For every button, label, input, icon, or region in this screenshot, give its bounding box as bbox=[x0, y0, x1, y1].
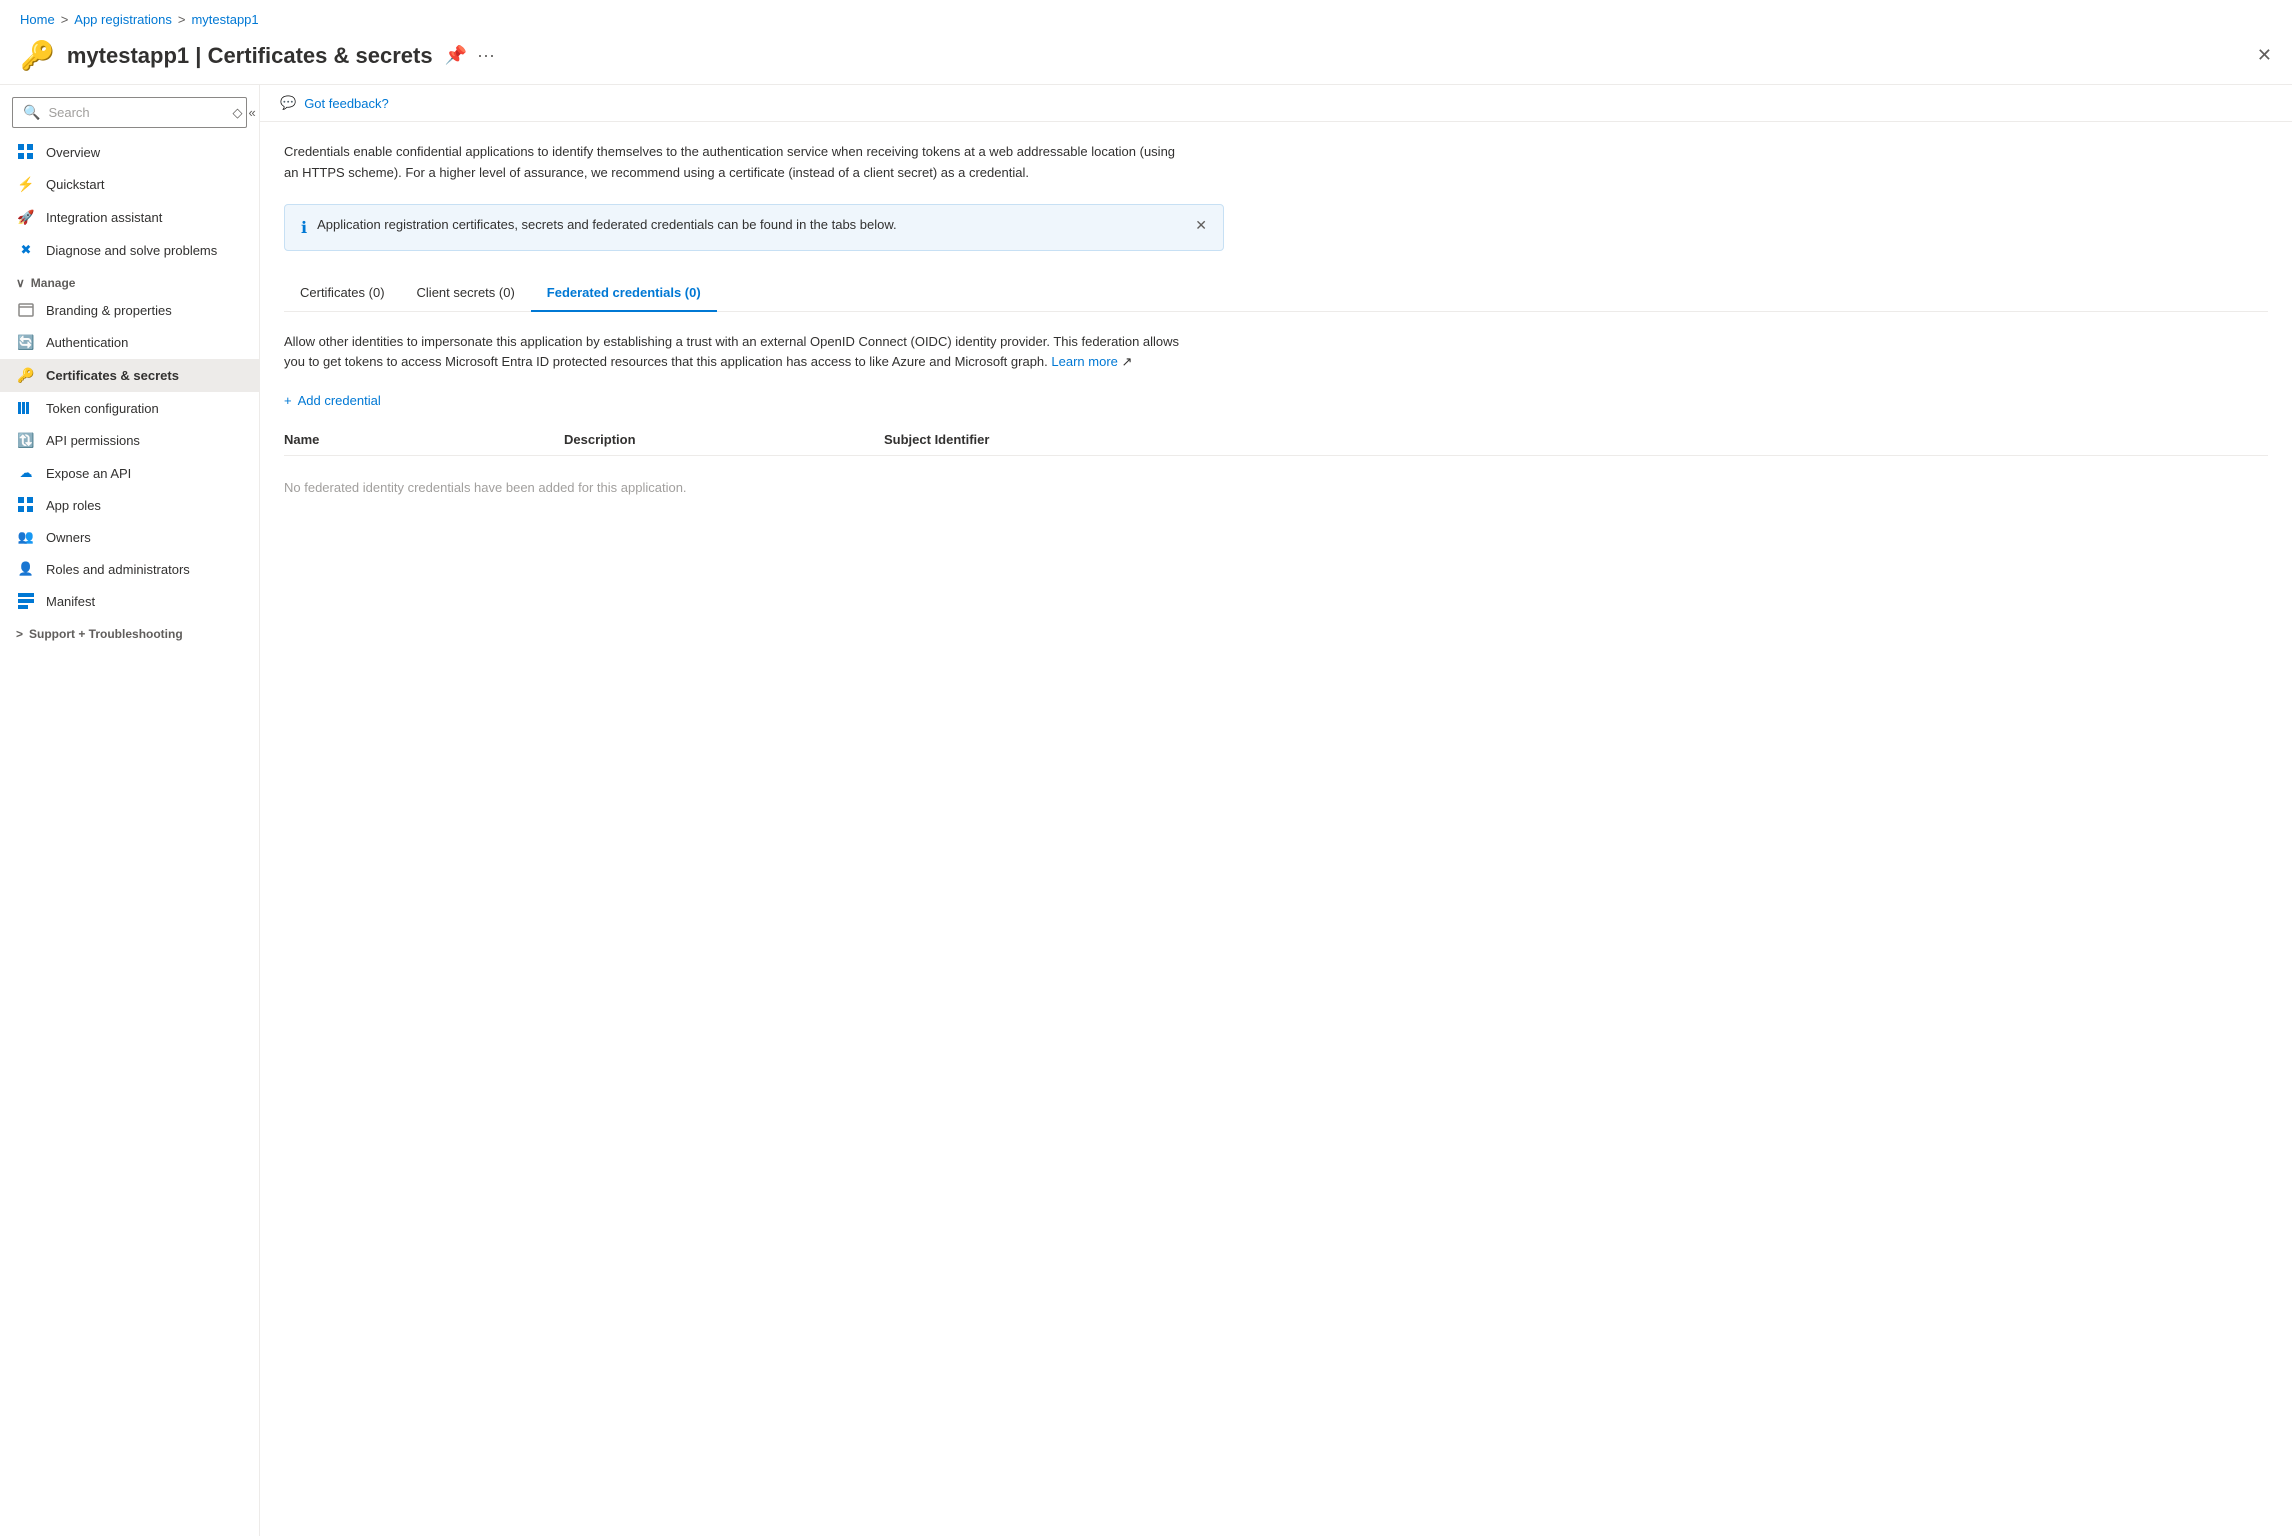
table-header: Name Description Subject Identifier bbox=[284, 432, 2268, 456]
sidebar-item-quickstart[interactable]: ⚡ Quickstart bbox=[0, 168, 259, 201]
branding-icon bbox=[16, 302, 36, 318]
manifest-icon bbox=[16, 593, 36, 609]
federated-section: Allow other identities to impersonate th… bbox=[284, 332, 2268, 512]
search-bar[interactable]: 🔍 ◇ « bbox=[12, 97, 247, 128]
empty-message: No federated identity credentials have b… bbox=[284, 464, 2268, 511]
main-description: Credentials enable confidential applicat… bbox=[284, 142, 1184, 184]
key-icon: 🔑 bbox=[20, 39, 55, 72]
sidebar-label-diagnose: Diagnose and solve problems bbox=[46, 243, 217, 258]
roles-icon: 👤 bbox=[16, 561, 36, 577]
expose-icon: ☁ bbox=[16, 465, 36, 481]
sidebar-label-owners: Owners bbox=[46, 530, 91, 545]
sidebar-label-certificates: Certificates & secrets bbox=[46, 368, 179, 383]
diamond-icon: ◇ bbox=[232, 105, 242, 121]
more-icon[interactable]: ··· bbox=[477, 45, 495, 66]
chevron-right-icon: > bbox=[16, 627, 23, 641]
col-header-name: Name bbox=[284, 432, 564, 447]
sidebar-label-authentication: Authentication bbox=[46, 335, 128, 350]
content-body: Credentials enable confidential applicat… bbox=[260, 122, 2292, 531]
sidebar-item-app-roles[interactable]: App roles bbox=[0, 489, 259, 521]
sidebar-item-diagnose[interactable]: ✖ Diagnose and solve problems bbox=[0, 234, 259, 266]
pin-icon[interactable]: 📌 bbox=[445, 45, 467, 66]
sidebar-item-authentication[interactable]: 🔄 Authentication bbox=[0, 326, 259, 359]
feedback-label: Got feedback? bbox=[304, 96, 389, 111]
sidebar-item-expose-api[interactable]: ☁ Expose an API bbox=[0, 457, 259, 489]
breadcrumb-home[interactable]: Home bbox=[20, 12, 55, 27]
sidebar-item-branding[interactable]: Branding & properties bbox=[0, 294, 259, 326]
sidebar-item-manifest[interactable]: Manifest bbox=[0, 585, 259, 617]
sidebar-label-token: Token configuration bbox=[46, 401, 159, 416]
sidebar-label-integration: Integration assistant bbox=[46, 210, 162, 225]
main-layout: 🔍 ◇ « Overview ⚡ Quickstart 🚀 Integratio… bbox=[0, 85, 2292, 1536]
federated-description: Allow other identities to impersonate th… bbox=[284, 332, 1184, 374]
cert-icon: 🔑 bbox=[16, 367, 36, 384]
token-icon bbox=[16, 400, 36, 416]
sidebar-label-manifest: Manifest bbox=[46, 594, 95, 609]
content-area: 💬 Got feedback? Credentials enable confi… bbox=[260, 85, 2292, 1536]
col-header-subject: Subject Identifier bbox=[884, 432, 2268, 447]
feedback-bar[interactable]: 💬 Got feedback? bbox=[260, 85, 2292, 122]
feedback-icon: 💬 bbox=[280, 95, 296, 111]
tab-federated[interactable]: Federated credentials (0) bbox=[531, 275, 717, 312]
close-button[interactable]: ✕ bbox=[2257, 45, 2272, 66]
sidebar-label-app-roles: App roles bbox=[46, 498, 101, 513]
sidebar-item-token[interactable]: Token configuration bbox=[0, 392, 259, 424]
info-icon: ℹ bbox=[301, 218, 307, 238]
sidebar: 🔍 ◇ « Overview ⚡ Quickstart 🚀 Integratio… bbox=[0, 85, 260, 1536]
info-banner-text: Application registration certificates, s… bbox=[317, 217, 1185, 232]
search-icon: 🔍 bbox=[23, 104, 40, 121]
info-banner: ℹ Application registration certificates,… bbox=[284, 204, 1224, 251]
rocket-icon: 🚀 bbox=[16, 209, 36, 226]
add-credential-label: Add credential bbox=[298, 393, 381, 408]
diagnose-icon: ✖ bbox=[16, 242, 36, 258]
learn-more-link[interactable]: Learn more bbox=[1051, 354, 1117, 369]
sidebar-label-api-permissions: API permissions bbox=[46, 433, 140, 448]
manage-section-header[interactable]: ∨ Manage bbox=[0, 266, 259, 294]
sidebar-item-certificates[interactable]: 🔑 Certificates & secrets bbox=[0, 359, 259, 392]
sidebar-label-branding: Branding & properties bbox=[46, 303, 172, 318]
auth-icon: 🔄 bbox=[16, 334, 36, 351]
tabs: Certificates (0) Client secrets (0) Fede… bbox=[284, 275, 2268, 312]
plus-icon: + bbox=[284, 393, 292, 408]
manage-label: Manage bbox=[31, 276, 76, 290]
breadcrumb-app-name[interactable]: mytestapp1 bbox=[191, 12, 258, 27]
sidebar-label-overview: Overview bbox=[46, 145, 100, 160]
breadcrumb-app-registrations[interactable]: App registrations bbox=[74, 12, 172, 27]
page-title: mytestapp1 | Certificates & secrets bbox=[67, 43, 433, 69]
breadcrumb: Home > App registrations > mytestapp1 bbox=[0, 0, 2292, 35]
support-label: Support + Troubleshooting bbox=[29, 627, 183, 641]
tab-client-secrets[interactable]: Client secrets (0) bbox=[401, 275, 531, 312]
col-header-description: Description bbox=[564, 432, 884, 447]
approles-icon bbox=[16, 497, 36, 513]
collapse-icon[interactable]: « bbox=[248, 105, 255, 120]
sidebar-item-api-permissions[interactable]: 🔃 API permissions bbox=[0, 424, 259, 457]
sidebar-item-roles-admin[interactable]: 👤 Roles and administrators bbox=[0, 553, 259, 585]
sidebar-label-roles-admin: Roles and administrators bbox=[46, 562, 190, 577]
tab-certificates[interactable]: Certificates (0) bbox=[284, 275, 401, 312]
page-header: 🔑 mytestapp1 | Certificates & secrets 📌 … bbox=[0, 35, 2292, 85]
close-banner-button[interactable]: ✕ bbox=[1195, 217, 1207, 234]
add-credential-button[interactable]: + Add credential bbox=[284, 389, 2268, 412]
chevron-down-icon: ∨ bbox=[16, 276, 25, 290]
sidebar-item-overview[interactable]: Overview bbox=[0, 136, 259, 168]
sidebar-item-owners[interactable]: 👥 Owners bbox=[0, 521, 259, 553]
support-section-header[interactable]: > Support + Troubleshooting bbox=[0, 617, 259, 645]
api-icon: 🔃 bbox=[16, 432, 36, 449]
search-input[interactable] bbox=[48, 105, 224, 120]
overview-icon bbox=[16, 144, 36, 160]
sidebar-item-integration[interactable]: 🚀 Integration assistant bbox=[0, 201, 259, 234]
owners-icon: 👥 bbox=[16, 529, 36, 545]
sidebar-label-expose-api: Expose an API bbox=[46, 466, 131, 481]
sidebar-label-quickstart: Quickstart bbox=[46, 177, 105, 192]
quickstart-icon: ⚡ bbox=[16, 176, 36, 193]
